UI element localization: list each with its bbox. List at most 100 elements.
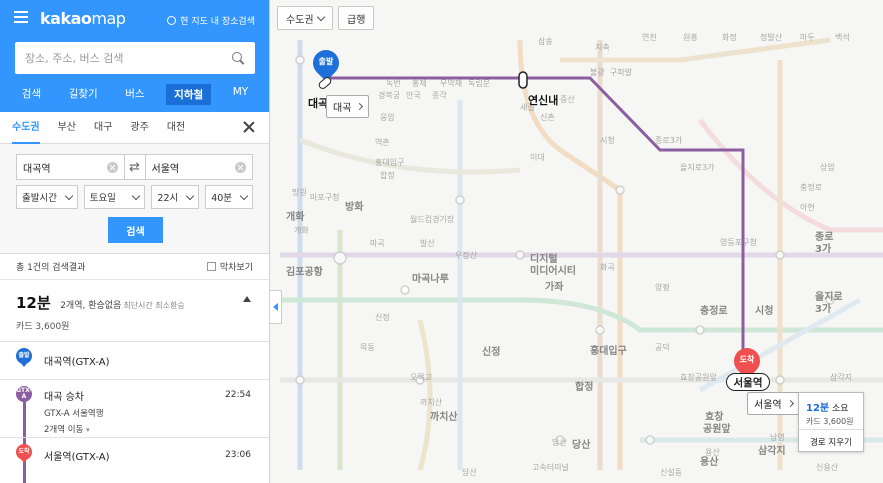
result-count: 총 1건의 검색결과 bbox=[16, 263, 86, 273]
board-stops-row[interactable]: 2개역 이동 ▾ bbox=[44, 423, 269, 435]
svg-text:효창공원앞: 효창공원앞 bbox=[680, 372, 717, 382]
svg-text:김포공항: 김포공항 bbox=[286, 265, 324, 278]
svg-text:마곡: 마곡 bbox=[370, 239, 385, 248]
day-select[interactable]: 토요일 bbox=[83, 185, 146, 209]
search-icon[interactable] bbox=[232, 51, 245, 65]
info-duration-suffix: 소요 bbox=[832, 404, 849, 414]
local-search-toggle[interactable]: 현 지도 내 장소검색 bbox=[167, 14, 255, 27]
svg-text:공원앞: 공원앞 bbox=[703, 422, 731, 435]
search-input[interactable] bbox=[25, 51, 232, 65]
origin-destination-row: 대곡역 ⇄ 서울역 bbox=[16, 154, 253, 180]
svg-text:3가: 3가 bbox=[815, 302, 832, 315]
board-time: 22:54 bbox=[225, 390, 251, 400]
line-badge-label: GTX-A bbox=[16, 386, 32, 402]
start-badge: 출발 bbox=[16, 348, 32, 368]
radio-icon bbox=[167, 16, 177, 25]
search-button[interactable]: 검색 bbox=[108, 217, 163, 243]
kakaomap-logo[interactable]: kakaomap bbox=[40, 9, 126, 28]
tab-subway[interactable]: 지하철 bbox=[166, 84, 212, 105]
svg-text:합정: 합정 bbox=[380, 170, 395, 180]
last-train-checkbox[interactable]: 막차보기 bbox=[206, 260, 253, 273]
tab-bus[interactable]: 버스 bbox=[119, 84, 150, 105]
svg-text:마곡나루: 마곡나루 bbox=[412, 272, 449, 285]
route-steps: 출발 대곡역(GTX-A) GTX-A 대곡 승차 22:54 GTX-A 서울… bbox=[0, 342, 269, 483]
chevron-down-icon bbox=[316, 12, 326, 21]
clear-destination-icon[interactable] bbox=[235, 161, 246, 173]
svg-text:충정로: 충정로 bbox=[800, 182, 822, 192]
svg-text:화정: 화정 bbox=[722, 32, 737, 42]
svg-text:지축: 지축 bbox=[595, 43, 610, 52]
svg-text:화곡: 화곡 bbox=[600, 263, 615, 272]
origin-pin-label: 출발 bbox=[318, 57, 334, 66]
route-info-box: 12분 소요 카드 3,600원 경로 지우기 bbox=[798, 392, 864, 452]
svg-text:독립문: 독립문 bbox=[468, 79, 490, 88]
swap-icon[interactable]: ⇄ bbox=[123, 155, 146, 179]
svg-text:신설동: 신설동 bbox=[660, 467, 682, 477]
map-region-select[interactable]: 수도권 bbox=[277, 6, 333, 30]
svg-text:이대: 이대 bbox=[530, 152, 545, 162]
collapse-up-icon[interactable] bbox=[243, 296, 251, 302]
clear-origin-icon[interactable] bbox=[106, 161, 118, 173]
step-end[interactable]: 도착 서울역(GTX-A) 23:06 bbox=[0, 438, 269, 472]
express-button[interactable]: 급행 bbox=[338, 6, 375, 30]
region-tab-busan[interactable]: 부산 bbox=[58, 112, 76, 144]
svg-text:불광: 불광 bbox=[590, 67, 605, 77]
svg-text:효창: 효창 bbox=[705, 410, 724, 423]
end-badge: 도착 bbox=[16, 444, 32, 464]
svg-text:신정: 신정 bbox=[482, 345, 500, 358]
region-tab-capital[interactable]: 수도권 bbox=[12, 112, 40, 144]
summary-detail-wrap: 2개역, 환승없음 최단시간 최소환승 bbox=[60, 301, 185, 311]
tab-directions[interactable]: 길찾기 bbox=[63, 84, 104, 105]
svg-text:당산: 당산 bbox=[462, 467, 477, 477]
svg-text:삼각지: 삼각지 bbox=[758, 444, 786, 457]
origin-field[interactable]: 대곡역 bbox=[17, 155, 124, 179]
step-start[interactable]: 출발 대곡역(GTX-A) bbox=[0, 342, 269, 380]
svg-text:용산: 용산 bbox=[705, 447, 720, 457]
checkbox-icon bbox=[206, 262, 216, 271]
svg-text:마두: 마두 bbox=[800, 33, 815, 42]
destination-field[interactable]: 서울역 bbox=[146, 155, 253, 179]
day-value: 토요일 bbox=[89, 193, 116, 204]
origin-station-tag[interactable]: 대곡 bbox=[326, 95, 370, 118]
svg-text:당산: 당산 bbox=[572, 438, 591, 451]
chevron-down-icon bbox=[239, 191, 249, 200]
end-station: 서울역(GTX-A) bbox=[44, 452, 110, 463]
svg-text:월드컵경기장: 월드컵경기장 bbox=[410, 214, 455, 224]
chevron-right-icon bbox=[356, 102, 364, 111]
svg-text:양평: 양평 bbox=[655, 282, 670, 292]
origin-value: 대곡역 bbox=[23, 163, 51, 175]
destination-station-tag[interactable]: 서울역 bbox=[747, 392, 800, 415]
summary-fare: 카드 3,600원 bbox=[16, 322, 70, 332]
hour-select[interactable]: 22시 bbox=[151, 185, 200, 209]
info-duration-row: 12분 소요 bbox=[799, 393, 863, 414]
time-type-select[interactable]: 출발시간 bbox=[16, 185, 78, 209]
search-box[interactable] bbox=[15, 42, 255, 74]
region-tab-daegu[interactable]: 대구 bbox=[94, 112, 112, 144]
svg-text:신용산: 신용산 bbox=[816, 462, 839, 472]
svg-text:개화: 개화 bbox=[294, 225, 309, 235]
svg-text:공덕: 공덕 bbox=[655, 342, 670, 352]
time-selectors: 출발시간 토요일 22시 40분 bbox=[16, 185, 253, 209]
menu-icon[interactable] bbox=[14, 11, 28, 23]
tab-search[interactable]: 검색 bbox=[16, 84, 47, 105]
region-tab-gwangju[interactable]: 광주 bbox=[130, 112, 148, 144]
caret-down-icon: ▾ bbox=[86, 426, 90, 434]
svg-text:충정로: 충정로 bbox=[700, 304, 728, 317]
sidebar-collapse-handle[interactable] bbox=[270, 290, 282, 324]
svg-text:망원: 망원 bbox=[292, 187, 307, 197]
region-tab-daejeon[interactable]: 대전 bbox=[167, 112, 185, 144]
clear-route-button[interactable]: 경로 지우기 bbox=[799, 429, 863, 448]
svg-text:홍대입구: 홍대입구 bbox=[375, 157, 404, 167]
step-board[interactable]: GTX-A 대곡 승차 22:54 GTX-A 서울역행 2개역 이동 ▾ bbox=[0, 380, 269, 438]
svg-text:디지털: 디지털 bbox=[530, 252, 558, 265]
mid-station-marker bbox=[518, 71, 528, 89]
tab-my[interactable]: MY bbox=[227, 84, 254, 105]
last-train-label: 막차보기 bbox=[219, 263, 253, 273]
svg-text:개화: 개화 bbox=[286, 210, 305, 223]
close-icon[interactable] bbox=[243, 121, 255, 133]
route-summary[interactable]: 12분 2개역, 환승없음 최단시간 최소환승 카드 3,600원 bbox=[0, 280, 269, 342]
svg-text:홍대입구: 홍대입구 bbox=[590, 344, 627, 357]
map-region-select-label: 수도권 bbox=[286, 14, 314, 26]
minute-select[interactable]: 40분 bbox=[205, 185, 253, 209]
badge-tail bbox=[20, 362, 28, 367]
